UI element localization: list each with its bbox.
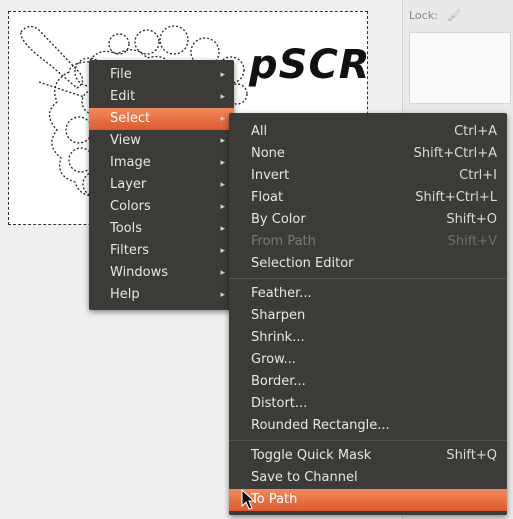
menu-item-label: Invert (251, 168, 290, 183)
menu-item-label: Sharpen (251, 308, 306, 323)
menu-item-label: Image (110, 155, 151, 170)
select-item-float[interactable]: Float Shift+Ctrl+L (229, 187, 507, 209)
select-item-sharpen[interactable]: Sharpen (229, 305, 507, 327)
menu-item-label: File (110, 67, 132, 82)
shortcut-label: Ctrl+A (454, 124, 497, 139)
menu-item-label: Edit (110, 89, 136, 104)
shortcut-label: Shift+Ctrl+A (413, 146, 497, 161)
select-item-shrink[interactable]: Shrink... (229, 327, 507, 349)
mouse-pointer-icon (241, 489, 256, 510)
layer-list[interactable] (409, 32, 511, 104)
menu-item-label: From Path (251, 234, 316, 249)
menu-item-view[interactable]: View ▸ (89, 130, 234, 152)
menu-item-label: Toggle Quick Mask (251, 448, 372, 463)
menu-item-label: Save to Channel (251, 470, 358, 485)
submenu-arrow-icon: ▸ (220, 70, 225, 80)
menu-item-label: Tools (110, 221, 143, 236)
menu-item-label: Layer (110, 177, 147, 192)
select-item-save-to-channel[interactable]: Save to Channel (229, 467, 507, 489)
submenu-arrow-icon: ▸ (220, 290, 225, 300)
submenu-arrow-icon: ▸ (220, 114, 225, 124)
select-item-all[interactable]: All Ctrl+A (229, 121, 507, 143)
menu-item-label: Selection Editor (251, 256, 354, 271)
menu-item-label: Rounded Rectangle... (251, 418, 390, 433)
select-item-to-path[interactable]: To Path (229, 489, 507, 511)
submenu-arrow-icon: ▸ (220, 224, 225, 234)
select-item-distort[interactable]: Distort... (229, 393, 507, 415)
menu-item-label: Grow... (251, 352, 296, 367)
select-item-rounded-rectangle[interactable]: Rounded Rectangle... (229, 415, 507, 437)
shortcut-label: Ctrl+I (459, 168, 497, 183)
menu-item-label: Windows (110, 265, 169, 280)
menu-item-label: None (251, 146, 285, 161)
menu-item-label: Help (110, 287, 140, 302)
menu-item-label: By Color (251, 212, 306, 227)
logo-text: pSCR (249, 42, 371, 88)
menu-item-label: Colors (110, 199, 151, 214)
paint-lock-icon[interactable]: 🖌 (447, 9, 461, 22)
select-item-feather[interactable]: Feather... (229, 283, 507, 305)
menu-item-label: Float (251, 190, 284, 205)
menu-separator (229, 440, 507, 441)
lock-label: Lock: (409, 9, 438, 22)
shortcut-label: Shift+Q (446, 448, 497, 463)
menu-item-label: Feather... (251, 286, 312, 301)
submenu-arrow-icon: ▸ (220, 246, 225, 256)
menu-item-label: View (110, 133, 141, 148)
menu-item-label: To Path (251, 492, 298, 507)
menu-item-select[interactable]: Select ▸ (89, 108, 234, 130)
select-item-toggle-quick-mask[interactable]: Toggle Quick Mask Shift+Q (229, 445, 507, 467)
menu-item-label: All (251, 124, 268, 139)
menu-item-edit[interactable]: Edit ▸ (89, 86, 234, 108)
select-item-from-path: From Path Shift+V (229, 231, 507, 253)
select-item-by-color[interactable]: By Color Shift+O (229, 209, 507, 231)
menu-item-filters[interactable]: Filters ▸ (89, 240, 234, 262)
menu-item-label: Border... (251, 374, 306, 389)
menu-item-layer[interactable]: Layer ▸ (89, 174, 234, 196)
menu-item-label: Shrink... (251, 330, 305, 345)
image-context-menu: File ▸ Edit ▸ Select ▸ View ▸ Image ▸ Layer ▸ Colors… (89, 60, 234, 310)
select-item-border[interactable]: Border... (229, 371, 507, 393)
menu-item-label: Select (110, 111, 151, 126)
submenu-arrow-icon: ▸ (220, 158, 225, 168)
submenu-arrow-icon: ▸ (220, 180, 225, 190)
submenu-arrow-icon: ▸ (220, 202, 225, 212)
select-item-selection-editor[interactable]: Selection Editor (229, 253, 507, 275)
submenu-arrow-icon: ▸ (220, 268, 225, 278)
menu-item-label: Filters (110, 243, 149, 258)
select-item-grow[interactable]: Grow... (229, 349, 507, 371)
menu-item-tools[interactable]: Tools ▸ (89, 218, 234, 240)
select-item-invert[interactable]: Invert Ctrl+I (229, 165, 507, 187)
menu-item-label: Distort... (251, 396, 308, 411)
menu-item-file[interactable]: File ▸ (89, 64, 234, 86)
menu-item-image[interactable]: Image ▸ (89, 152, 234, 174)
menu-item-help[interactable]: Help ▸ (89, 284, 234, 306)
menu-item-colors[interactable]: Colors ▸ (89, 196, 234, 218)
submenu-arrow-icon: ▸ (220, 92, 225, 102)
shortcut-label: Shift+O (446, 212, 497, 227)
menu-item-windows[interactable]: Windows ▸ (89, 262, 234, 284)
shortcut-label: Shift+Ctrl+L (415, 190, 497, 205)
menu-separator (229, 278, 507, 279)
select-submenu: All Ctrl+A None Shift+Ctrl+A Invert Ctrl+I Flo… (229, 113, 507, 515)
shortcut-label: Shift+V (447, 234, 497, 249)
submenu-arrow-icon: ▸ (220, 136, 225, 146)
select-item-none[interactable]: None Shift+Ctrl+A (229, 143, 507, 165)
